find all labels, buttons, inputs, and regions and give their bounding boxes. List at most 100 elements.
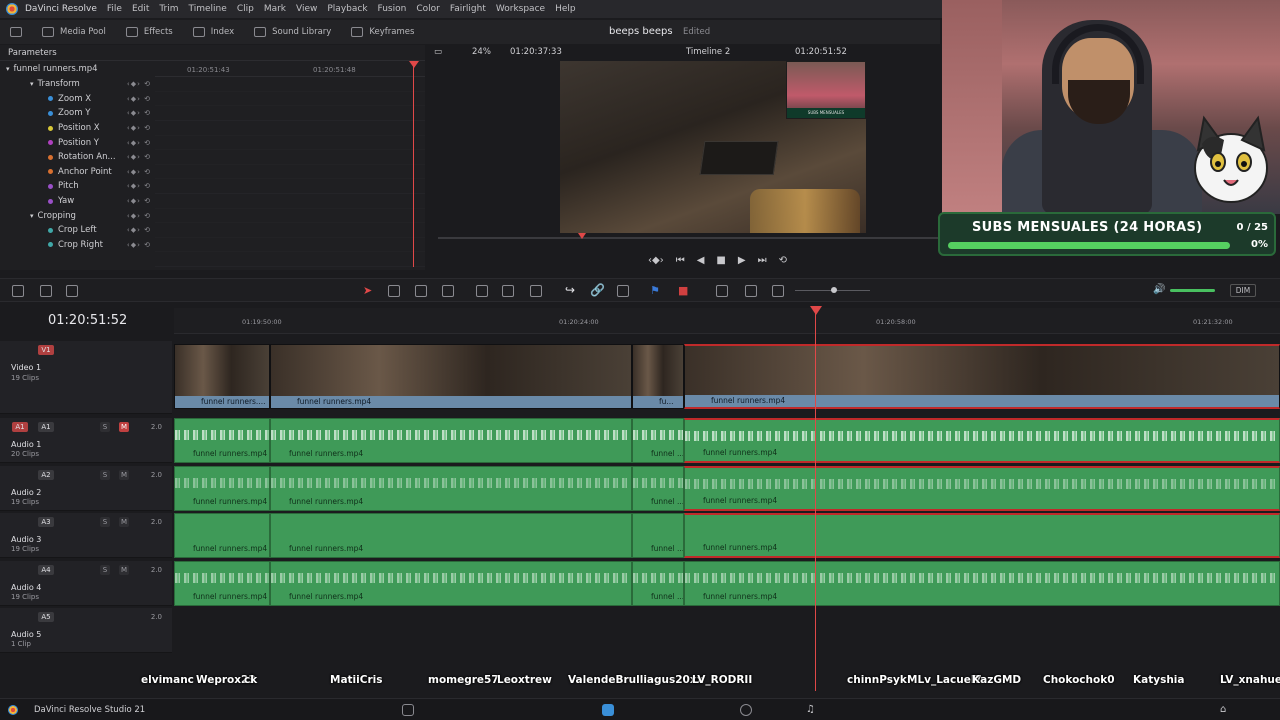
audio-clip[interactable]: funnel ...: [632, 561, 684, 606]
keyframe-nav-icon[interactable]: ‹◆› ⟲: [127, 95, 151, 103]
video-clip-selected[interactable]: funnel runners.mp4: [684, 344, 1280, 409]
menu-trim[interactable]: Trim: [159, 4, 178, 14]
audio-clip[interactable]: funnel ...: [632, 466, 684, 511]
track-header-a3[interactable]: A3 S M 2.0 Audio 3 19 Clips: [0, 513, 172, 558]
audio-clip[interactable]: funnel runners.mp4: [684, 561, 1280, 606]
mute-button[interactable]: M: [119, 565, 129, 575]
speaker-icon[interactable]: [40, 285, 52, 297]
marker-icon[interactable]: ■: [678, 284, 688, 297]
flag-icon[interactable]: ⚑: [650, 284, 660, 297]
effects-button[interactable]: Effects: [116, 20, 183, 44]
keyframe-nav-icon[interactable]: ‹◆› ⟲: [127, 212, 151, 220]
color-page-icon[interactable]: [740, 704, 752, 716]
menu-fairlight[interactable]: Fairlight: [450, 4, 486, 14]
keyframe-nav-icon[interactable]: ‹◆› ⟲: [127, 241, 151, 249]
loop-icon[interactable]: ⟲: [779, 255, 787, 266]
keyframe-nav-icon[interactable]: ‹◆› ⟲: [127, 182, 151, 190]
track-header-a5[interactable]: A5 2.0 Audio 5 1 Clip: [0, 608, 172, 653]
video-clip[interactable]: funnel runners....: [174, 344, 270, 409]
home-icon[interactable]: ⌂: [1220, 704, 1232, 716]
parameter-row[interactable]: Crop Left ‹◆› ⟲: [0, 223, 155, 238]
zoom-slider-thumb[interactable]: [831, 287, 837, 293]
track-header-a4[interactable]: A4 S M 2.0 Audio 4 19 Clips: [0, 561, 172, 606]
parameter-row[interactable]: Rotation An... ‹◆› ⟲: [0, 150, 155, 165]
parameter-row[interactable]: ▾ Cropping ‹◆› ⟲: [0, 208, 155, 223]
video-frame[interactable]: SUBS MENSUALES: [560, 61, 866, 233]
dim-button[interactable]: DIM: [1230, 284, 1256, 297]
video-clip[interactable]: funnel runners.mp4: [270, 344, 632, 409]
audio-clip[interactable]: funnel runners.mp4: [174, 466, 270, 511]
menu-playback[interactable]: Playback: [327, 4, 367, 14]
overwrite-clip-icon[interactable]: [502, 285, 514, 297]
keyframe-nav-icon[interactable]: ‹◆› ⟲: [127, 153, 151, 161]
audio-clip[interactable]: funnel runners.mp4: [270, 466, 632, 511]
track-id-badge[interactable]: A4: [38, 565, 54, 575]
timeline-playhead[interactable]: [815, 308, 816, 691]
track-dest-badge[interactable]: A1: [12, 422, 28, 432]
parameter-row[interactable]: ▾ Transform ‹◆› ⟲: [0, 77, 155, 92]
parameter-row[interactable]: Anchor Point ‹◆› ⟲: [0, 165, 155, 180]
panel-toggle-button[interactable]: [0, 20, 32, 44]
track-id-badge[interactable]: A5: [38, 612, 54, 622]
keyframe-nav-icon[interactable]: ‹◆› ⟲: [127, 168, 151, 176]
viewer-scrubber[interactable]: [438, 237, 938, 239]
keyframe-playhead-handle[interactable]: [409, 61, 419, 68]
zoom-full-icon[interactable]: [716, 285, 728, 297]
insert-clip-icon[interactable]: [476, 285, 488, 297]
parameter-row[interactable]: Position X ‹◆› ⟲: [0, 121, 155, 136]
track-header-v1[interactable]: V1 Video 1 19 Clips: [0, 341, 172, 414]
microphone-icon[interactable]: [66, 285, 78, 297]
solo-button[interactable]: S: [100, 517, 110, 527]
track-id-badge[interactable]: A1: [38, 422, 54, 432]
menu-mark[interactable]: Mark: [264, 4, 286, 14]
menu-file[interactable]: File: [107, 4, 122, 14]
menu-workspace[interactable]: Workspace: [496, 4, 545, 14]
edit-page-icon[interactable]: [602, 704, 614, 716]
timeline-name[interactable]: Timeline 2: [686, 47, 730, 57]
menu-timeline[interactable]: Timeline: [189, 4, 227, 14]
track-header-a2[interactable]: A2 S M 2.0 Audio 2 19 Clips: [0, 466, 172, 511]
keyframe-ruler[interactable]: 01:20:51:43 01:20:51:48: [155, 61, 425, 77]
volume-icon[interactable]: 🔊: [1153, 284, 1165, 295]
play-icon[interactable]: ▶: [738, 255, 746, 266]
menu-view[interactable]: View: [296, 4, 317, 14]
audio-clip[interactable]: funnel runners.mp4: [270, 561, 632, 606]
audio-clip[interactable]: funnel runners.mp4: [270, 418, 632, 463]
menu-edit[interactable]: Edit: [132, 4, 149, 14]
keyframe-playhead[interactable]: [413, 61, 414, 267]
layout-icon[interactable]: ▭: [434, 47, 442, 57]
menu-clip[interactable]: Clip: [237, 4, 254, 14]
zoom-detail-icon[interactable]: [745, 285, 757, 297]
menu-color[interactable]: Color: [416, 4, 440, 14]
mute-button[interactable]: M: [119, 422, 129, 432]
zoom-level[interactable]: 24%: [472, 47, 491, 57]
reverse-play-icon[interactable]: ◀: [697, 255, 705, 266]
mute-button[interactable]: M: [119, 470, 129, 480]
jog-icon[interactable]: ‹◆›: [648, 255, 664, 266]
keyframe-nav-icon[interactable]: ‹◆› ⟲: [127, 124, 151, 132]
keyframes-button[interactable]: Keyframes: [341, 20, 424, 44]
keyframe-nav-icon[interactable]: ‹◆› ⟲: [127, 226, 151, 234]
media-page-icon[interactable]: [402, 704, 414, 716]
video-clip[interactable]: fu...: [632, 344, 684, 409]
timeline-playhead-handle[interactable]: [810, 306, 822, 315]
clip-name-row[interactable]: ▾ funnel runners.mp4: [0, 62, 155, 77]
audio-clip[interactable]: funnel runners.mp4: [174, 418, 270, 463]
trim-tool-icon[interactable]: [388, 285, 400, 297]
lock-icon[interactable]: [617, 285, 629, 297]
keyframe-grid[interactable]: [155, 77, 425, 267]
snapping-icon[interactable]: ↪: [565, 283, 575, 297]
index-button[interactable]: Index: [183, 20, 244, 44]
track-id-badge[interactable]: V1: [38, 345, 54, 355]
timeline-ruler[interactable]: 01:19:50:00 01:20:24:00 01:20:58:00 01:2…: [174, 308, 1280, 334]
keyframe-nav-icon[interactable]: ‹◆› ⟲: [127, 197, 151, 205]
audio-clip[interactable]: funnel ...: [632, 418, 684, 463]
mute-button[interactable]: M: [119, 517, 129, 527]
audio-clip[interactable]: funnel runners.mp4: [174, 561, 270, 606]
toolbar-layout-icon[interactable]: [12, 285, 24, 297]
parameter-row[interactable]: Pitch ‹◆› ⟲: [0, 179, 155, 194]
audio-clip-selected[interactable]: funnel runners.mp4: [684, 418, 1280, 463]
viewer-playhead[interactable]: [578, 233, 586, 239]
menu-help[interactable]: Help: [555, 4, 576, 14]
zoom-custom-icon[interactable]: [772, 285, 784, 297]
